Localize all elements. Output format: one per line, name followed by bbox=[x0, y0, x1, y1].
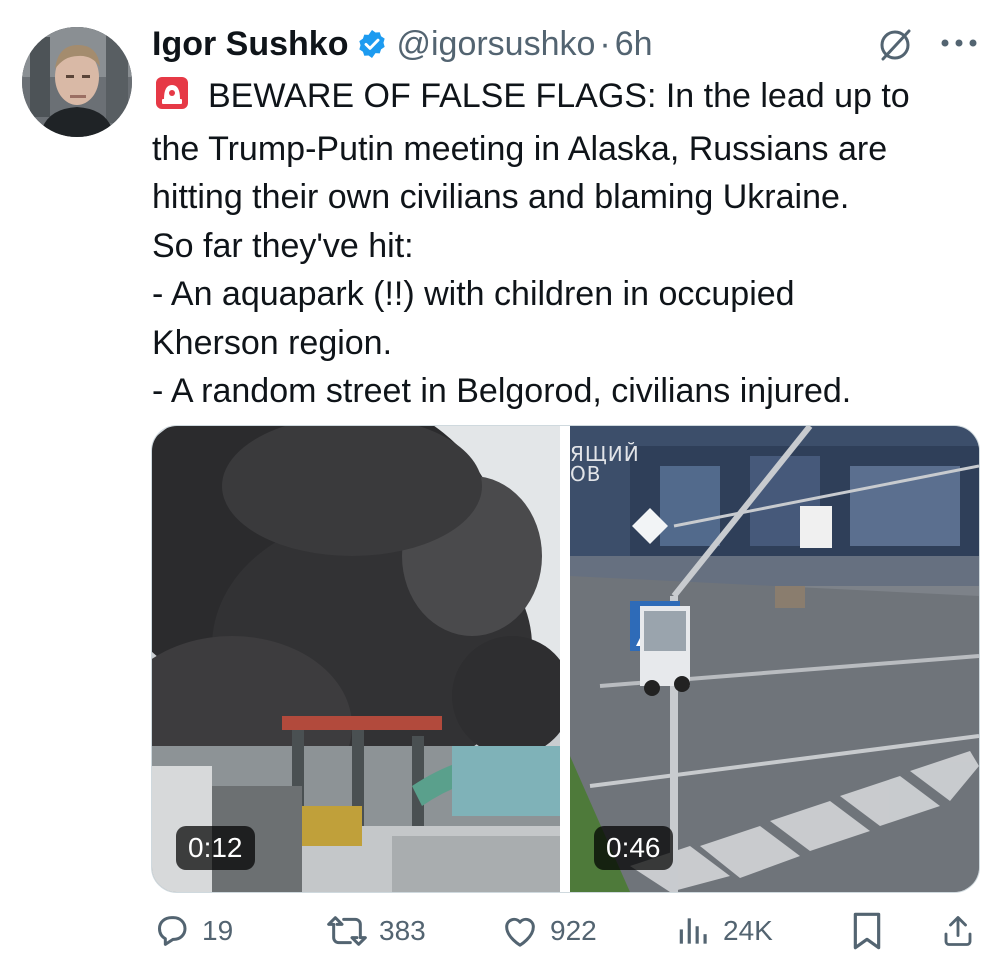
post-text-line: Kherson region. bbox=[152, 323, 393, 362]
video-duration: 0:46 bbox=[594, 826, 673, 870]
post-text-line: - A random street in Belgorod, civilians… bbox=[152, 372, 852, 410]
post-header: Igor Sushko @igorsushko · 6h bbox=[152, 22, 653, 66]
author-handle[interactable]: @igorsushko bbox=[396, 25, 595, 64]
media-grid: 0:12 ЯЩИЙ ОВ 0:46 bbox=[151, 425, 980, 893]
post-time[interactable]: 6h bbox=[615, 25, 653, 64]
post-text-line: the Trump-Putin meeting in Alaska, Russi… bbox=[152, 129, 888, 168]
share-icon bbox=[944, 916, 972, 946]
reply-icon bbox=[158, 916, 187, 946]
smoke-scene-image bbox=[152, 426, 560, 892]
reply-button[interactable]: 19 bbox=[152, 906, 233, 956]
action-bar: 19 383 922 24K bbox=[150, 906, 980, 956]
police-siren-emoji bbox=[152, 75, 192, 125]
views-bar-icon bbox=[679, 918, 707, 944]
author-name[interactable]: Igor Sushko bbox=[152, 25, 348, 64]
repost-icon bbox=[327, 916, 367, 946]
avatar-photo bbox=[22, 27, 132, 137]
video-duration: 0:12 bbox=[176, 826, 255, 870]
post-text-line: - An aquapark (!!) with children in occu… bbox=[152, 275, 795, 313]
share-button[interactable] bbox=[940, 906, 986, 956]
heart-icon bbox=[505, 917, 535, 947]
post-text-line: hitting their own civilians and blaming … bbox=[152, 178, 850, 216]
post-text: BEWARE OF FALSE FLAGS: In the lead up to… bbox=[152, 72, 982, 416]
like-button[interactable]: 922 bbox=[500, 906, 597, 956]
video-thumbnail-belgorod[interactable]: ЯЩИЙ ОВ 0:46 bbox=[570, 426, 979, 892]
author-avatar[interactable] bbox=[22, 27, 132, 137]
post-text-line: BEWARE OF FALSE FLAGS: In the lead up to bbox=[208, 77, 910, 115]
verified-badge-icon[interactable] bbox=[356, 28, 388, 60]
overlay-text-line: ЯЩИЙ bbox=[570, 442, 640, 466]
like-count: 922 bbox=[550, 915, 597, 946]
bookmark-icon bbox=[853, 912, 881, 950]
post-text-line-1: BEWARE OF FALSE FLAGS: In the lead up to bbox=[152, 72, 982, 125]
more-dots-icon[interactable] bbox=[938, 34, 980, 52]
bookmark-button[interactable] bbox=[850, 906, 894, 956]
overlay-text-line: ОВ bbox=[570, 462, 602, 486]
grok-icon[interactable] bbox=[876, 26, 914, 64]
video-overlay-caption: ЯЩИЙ ОВ bbox=[570, 444, 640, 484]
views-button[interactable]: 24K bbox=[675, 906, 773, 956]
header-separator: · bbox=[599, 24, 611, 63]
street-scene-image bbox=[570, 426, 979, 892]
repost-count: 383 bbox=[379, 915, 426, 946]
post-text-line: So far they've hit: bbox=[152, 226, 414, 265]
views-count: 24K bbox=[723, 915, 773, 946]
reply-count: 19 bbox=[202, 915, 234, 946]
repost-button[interactable]: 383 bbox=[325, 906, 426, 956]
video-thumbnail-aquapark[interactable]: 0:12 bbox=[152, 426, 560, 892]
